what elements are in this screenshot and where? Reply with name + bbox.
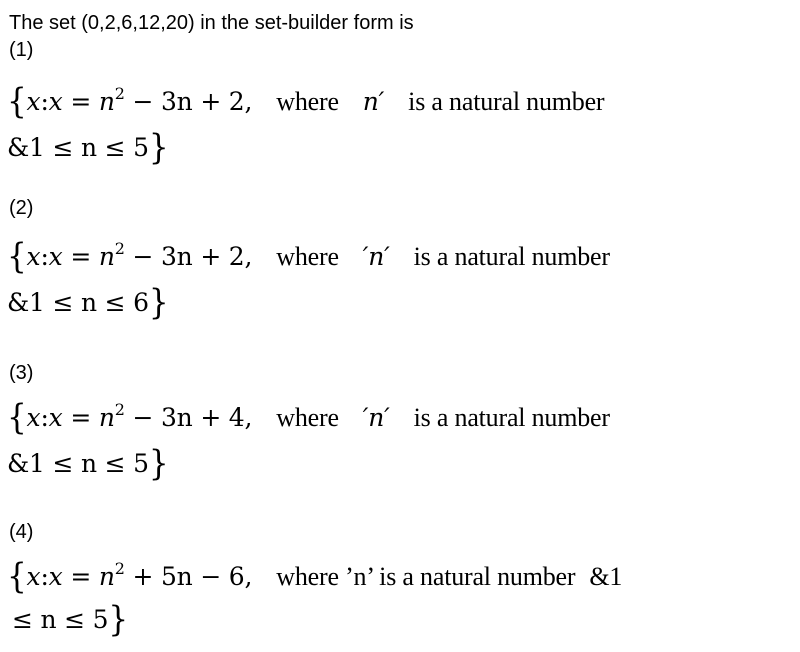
n-mark: ′n′	[362, 242, 390, 271]
ampersand-one: &1	[589, 562, 623, 591]
option-4-condition: ≤ n ≤ 5}	[12, 599, 128, 641]
where-natural-number-text: where ’n’ is a natural number	[276, 562, 576, 591]
open-brace: {	[7, 81, 27, 123]
natural-number-text: is a natural number	[408, 87, 605, 116]
close-brace: }	[148, 127, 169, 169]
base: n	[98, 403, 115, 432]
condition: &1 ≤ n ≤ 5	[7, 133, 149, 162]
n-mark: ′n′	[362, 403, 390, 432]
formula-tail: + 5n − 6,	[132, 562, 253, 591]
base: n	[98, 562, 115, 591]
variable: x	[26, 87, 41, 116]
option-3-label: (3)	[9, 362, 34, 384]
colon: :	[40, 87, 49, 116]
formula-tail: − 3n + 4,	[132, 403, 253, 432]
exponent: 2	[114, 400, 125, 419]
colon: :	[40, 403, 49, 432]
option-4-label: (4)	[9, 521, 34, 543]
option-3-formula: {x:x = n2 − 3n + 4, where ′n′ is a natural …	[7, 394, 610, 439]
natural-number-text: is a natural number	[413, 242, 610, 271]
colon: :	[40, 242, 49, 271]
option-1-label: (1)	[9, 39, 34, 61]
close-brace: }	[148, 443, 169, 485]
condition: ≤ n ≤ 5	[12, 605, 109, 634]
variable: x	[48, 242, 63, 271]
exponent: 2	[114, 559, 125, 578]
where-word: where	[276, 87, 339, 116]
exponent: 2	[114, 84, 125, 103]
close-brace: }	[108, 599, 128, 641]
variable: x	[26, 562, 41, 591]
n-mark: n′	[362, 87, 385, 116]
close-brace: }	[148, 282, 169, 324]
option-1-formula: {x:x = n2 − 3n + 2, where n′ is a natural n…	[7, 78, 605, 123]
open-brace: {	[7, 397, 27, 439]
equals: =	[70, 87, 92, 116]
variable: x	[48, 403, 63, 432]
condition: &1 ≤ n ≤ 5	[7, 449, 149, 478]
option-2-label: (2)	[9, 197, 34, 219]
variable: x	[48, 562, 63, 591]
exponent: 2	[114, 239, 125, 258]
open-brace: {	[7, 556, 27, 598]
base: n	[98, 242, 115, 271]
variable: x	[26, 403, 41, 432]
variable: x	[48, 87, 63, 116]
option-1-condition: &1 ≤ n ≤ 5}	[7, 127, 169, 169]
variable: x	[26, 242, 41, 271]
option-4-formula: {x:x = n2 + 5n − 6, where ’n’ is a natura…	[7, 553, 623, 598]
condition: &1 ≤ n ≤ 6	[7, 288, 149, 317]
formula-tail: − 3n + 2,	[132, 242, 253, 271]
where-word: where	[276, 242, 339, 271]
option-2-condition: &1 ≤ n ≤ 6}	[7, 282, 169, 324]
question-text: The set (0,2,6,12,20) in the set-builder…	[9, 12, 414, 34]
open-brace: {	[7, 236, 27, 278]
equals: =	[70, 242, 92, 271]
equals: =	[70, 562, 92, 591]
natural-number-text: is a natural number	[413, 403, 610, 432]
colon: :	[40, 562, 49, 591]
where-word: where	[276, 403, 339, 432]
equals: =	[70, 403, 92, 432]
option-2-formula: {x:x = n2 − 3n + 2, where ′n′ is a natural …	[7, 233, 610, 278]
option-3-condition: &1 ≤ n ≤ 5}	[7, 443, 169, 485]
formula-tail: − 3n + 2,	[132, 87, 253, 116]
base: n	[98, 87, 115, 116]
